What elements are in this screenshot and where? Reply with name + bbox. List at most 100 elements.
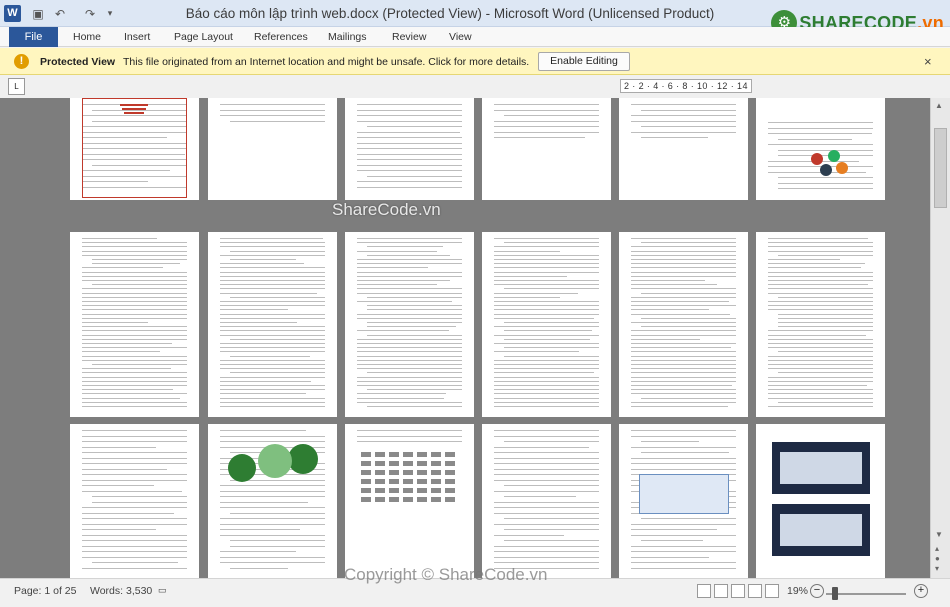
- document-page-thumbnail[interactable]: [619, 232, 748, 417]
- print-layout-icon[interactable]: [697, 584, 711, 598]
- document-area[interactable]: [0, 98, 930, 578]
- word-icon[interactable]: W: [4, 5, 21, 22]
- word-count[interactable]: Words: 3,530: [90, 585, 152, 597]
- undo-icon[interactable]: ↶: [52, 5, 68, 22]
- document-page-thumbnail[interactable]: [756, 98, 885, 200]
- text-line: [494, 430, 599, 431]
- text-line: [631, 263, 736, 265]
- document-page-thumbnail[interactable]: [208, 98, 337, 200]
- tab-review[interactable]: Review: [392, 27, 426, 47]
- text-line: [220, 317, 325, 319]
- text-line: [230, 540, 325, 541]
- text-line: [367, 246, 443, 248]
- text-line: [641, 126, 736, 127]
- text-line: [768, 406, 873, 407]
- document-page-thumbnail[interactable]: [70, 98, 199, 200]
- text-line: [631, 457, 736, 459]
- text-line: [230, 567, 289, 569]
- text-line: [230, 250, 325, 252]
- full-screen-reading-icon[interactable]: [714, 584, 728, 598]
- text-line: [494, 104, 599, 105]
- document-page-thumbnail[interactable]: [70, 232, 199, 417]
- text-line: [631, 250, 736, 252]
- tab-mailings[interactable]: Mailings: [328, 27, 367, 47]
- text-line: [631, 435, 736, 437]
- text-line: [631, 376, 736, 378]
- text-line: [768, 355, 873, 357]
- page-counter[interactable]: Page: 1 of 25: [14, 585, 76, 597]
- scroll-up-icon[interactable]: ▲: [935, 101, 943, 110]
- text-line: [494, 507, 599, 508]
- outline-icon[interactable]: [748, 584, 762, 598]
- text-line: [641, 397, 736, 399]
- close-icon[interactable]: ×: [924, 54, 932, 69]
- tab-references[interactable]: References: [254, 27, 308, 47]
- zoom-slider[interactable]: [826, 593, 906, 595]
- text-line: [82, 385, 187, 386]
- document-page-thumbnail[interactable]: [482, 232, 611, 417]
- diagram-node: [417, 452, 427, 457]
- tab-home[interactable]: Home: [73, 27, 101, 47]
- text-line: [631, 259, 736, 260]
- text-line: [82, 254, 187, 256]
- text-line: [220, 435, 325, 437]
- document-page-thumbnail[interactable]: [70, 424, 199, 578]
- proofing-icon[interactable]: ▭: [158, 585, 167, 596]
- horizontal-ruler[interactable]: 2 · 2 · 4 · 6 · 8 · 10 · 12 · 14: [620, 79, 752, 93]
- document-page-thumbnail[interactable]: [756, 424, 885, 578]
- next-page-icon[interactable]: ▾: [935, 564, 939, 573]
- zoom-level[interactable]: 19%: [787, 585, 808, 597]
- draft-icon[interactable]: [765, 584, 779, 598]
- document-page-thumbnail[interactable]: [482, 424, 611, 578]
- text-line: [82, 351, 160, 353]
- screenshot-panel: [780, 452, 862, 484]
- protected-view-message[interactable]: This file originated from an Internet lo…: [123, 56, 529, 68]
- document-page-thumbnail[interactable]: [208, 232, 337, 417]
- text-line: [220, 326, 325, 328]
- text-line: [768, 343, 873, 344]
- diagram-node: [445, 461, 455, 466]
- save-icon[interactable]: ▣: [30, 5, 46, 22]
- select-browse-object-icon[interactable]: ●: [935, 554, 940, 563]
- web-layout-icon[interactable]: [731, 584, 745, 598]
- text-line: [357, 317, 462, 319]
- tab-selector-button[interactable]: L: [8, 78, 25, 95]
- zoom-in-button[interactable]: +: [914, 584, 928, 598]
- text-line: [220, 401, 325, 403]
- text-line: [82, 441, 187, 442]
- text-line: [768, 359, 873, 361]
- text-line: [768, 385, 868, 386]
- text-line: [631, 523, 736, 525]
- document-page-thumbnail[interactable]: [482, 98, 611, 200]
- text-line: [494, 254, 599, 256]
- text-line: [230, 545, 325, 547]
- redo-icon[interactable]: ↷: [82, 5, 98, 22]
- document-page-thumbnail[interactable]: [619, 98, 748, 200]
- zoom-slider-handle[interactable]: [832, 587, 838, 600]
- document-page-thumbnail[interactable]: [208, 424, 337, 578]
- watermark-center: ShareCode.vn: [332, 200, 441, 219]
- scroll-thumb[interactable]: [934, 128, 947, 208]
- tab-page-layout[interactable]: Page Layout: [174, 27, 233, 47]
- text-line: [494, 474, 599, 475]
- text-line: [357, 267, 429, 269]
- customize-icon[interactable]: ▾: [104, 5, 116, 22]
- scroll-down-icon[interactable]: ▼: [935, 530, 943, 539]
- zoom-out-button[interactable]: −: [810, 584, 824, 598]
- previous-page-icon[interactable]: ▴: [935, 544, 939, 553]
- tab-view[interactable]: View: [449, 27, 472, 47]
- screenshot-panel: [780, 514, 862, 546]
- document-page-thumbnail[interactable]: [619, 424, 748, 578]
- text-line: [494, 490, 599, 492]
- enable-editing-button[interactable]: Enable Editing: [538, 52, 630, 71]
- text-line: [220, 376, 325, 378]
- tab-insert[interactable]: Insert: [124, 27, 150, 47]
- document-page-thumbnail[interactable]: [345, 98, 474, 200]
- text-line: [631, 330, 736, 332]
- document-page-thumbnail[interactable]: [345, 424, 474, 578]
- document-page-thumbnail[interactable]: [756, 232, 885, 417]
- file-tab[interactable]: File: [9, 27, 58, 47]
- vertical-scrollbar[interactable]: ▲ ▼ ▴ ● ▾: [930, 98, 950, 578]
- text-line: [220, 263, 304, 265]
- document-page-thumbnail[interactable]: [345, 232, 474, 417]
